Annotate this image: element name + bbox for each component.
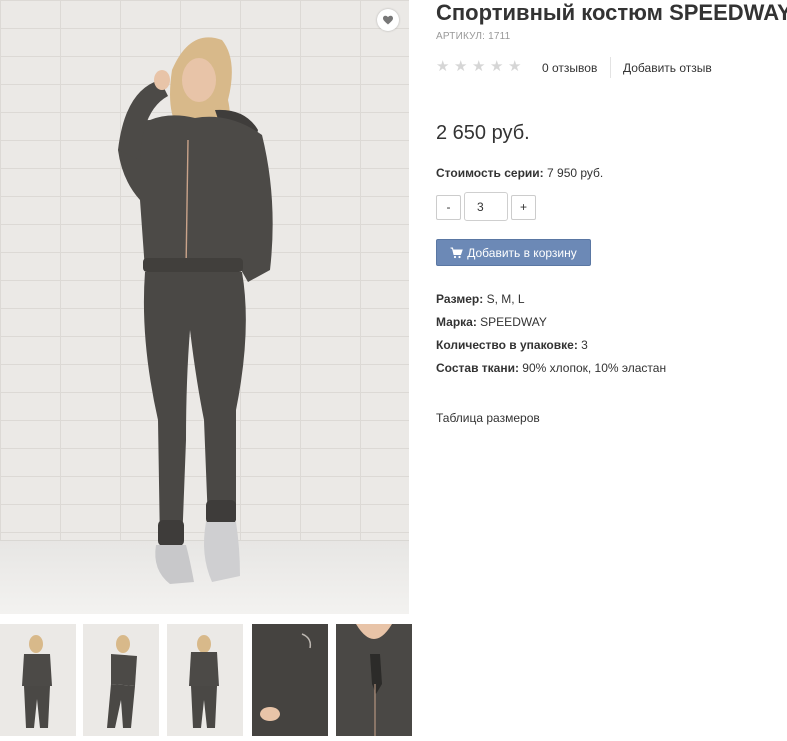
spec-label: Размер: xyxy=(436,292,484,306)
add-to-cart-button[interactable]: Добавить в корзину xyxy=(436,239,591,266)
series-price-value: 7 950 руб. xyxy=(547,166,604,180)
rating-stars[interactable]: ★ ★ ★ ★ ★ xyxy=(436,59,522,74)
spec-value: 90% хлопок, 10% эластан xyxy=(522,361,667,375)
quantity-decrease-button[interactable]: - xyxy=(436,195,461,220)
thumbnail-figure xyxy=(252,624,328,736)
spec-label: Состав ткани: xyxy=(436,361,519,375)
spec-brand: Марка: SPEEDWAY xyxy=(436,315,547,329)
spec-pack-quantity: Количество в упаковке: 3 xyxy=(436,338,588,352)
series-price: Стоимость серии: 7 950 руб. xyxy=(436,166,603,180)
thumbnail-2[interactable] xyxy=(83,624,159,736)
star-icon[interactable]: ★ xyxy=(454,59,468,74)
thumbnail-figure xyxy=(0,624,76,736)
spec-label: Марка: xyxy=(436,315,477,329)
model-figure xyxy=(118,37,273,584)
series-price-label: Стоимость серии: xyxy=(436,166,544,180)
star-icon[interactable]: ★ xyxy=(490,59,504,74)
add-review-link[interactable]: Добавить отзыв xyxy=(623,61,712,75)
spec-label: Количество в упаковке: xyxy=(436,338,578,352)
thumbnail-4[interactable] xyxy=(252,624,328,736)
reviews-count-link[interactable]: 0 отзывов xyxy=(542,61,597,75)
star-icon[interactable]: ★ xyxy=(472,59,486,74)
size-table-link[interactable]: Таблица размеров xyxy=(436,411,540,425)
spec-fabric: Состав ткани: 90% хлопок, 10% эластан xyxy=(436,361,666,375)
cart-icon xyxy=(450,246,463,258)
thumbnail-5[interactable] xyxy=(336,624,412,736)
thumbnail-1[interactable] xyxy=(0,624,76,736)
divider xyxy=(610,57,611,78)
product-sku: АРТИКУЛ: 1711 xyxy=(436,31,511,42)
product-title: Спортивный костюм SPEEDWAY xyxy=(436,0,787,25)
spec-value: SPEEDWAY xyxy=(480,315,547,329)
thumbnail-3[interactable] xyxy=(167,624,243,736)
star-icon[interactable]: ★ xyxy=(436,59,450,74)
quantity-input[interactable] xyxy=(464,192,508,221)
spec-size: Размер: S, M, L xyxy=(436,292,525,306)
add-to-cart-label: Добавить в корзину xyxy=(467,245,577,260)
thumbnail-figure xyxy=(167,624,243,736)
product-price: 2 650 руб. xyxy=(436,122,530,144)
thumbnail-figure xyxy=(83,624,159,736)
main-product-image[interactable] xyxy=(0,0,409,614)
thumbnail-figure xyxy=(336,624,412,736)
spec-value: S, M, L xyxy=(486,292,525,306)
spec-value: 3 xyxy=(581,338,588,352)
favorite-button[interactable] xyxy=(377,9,399,31)
heart-icon xyxy=(383,15,393,25)
quantity-increase-button[interactable]: + xyxy=(511,195,536,220)
star-icon[interactable]: ★ xyxy=(508,59,522,74)
